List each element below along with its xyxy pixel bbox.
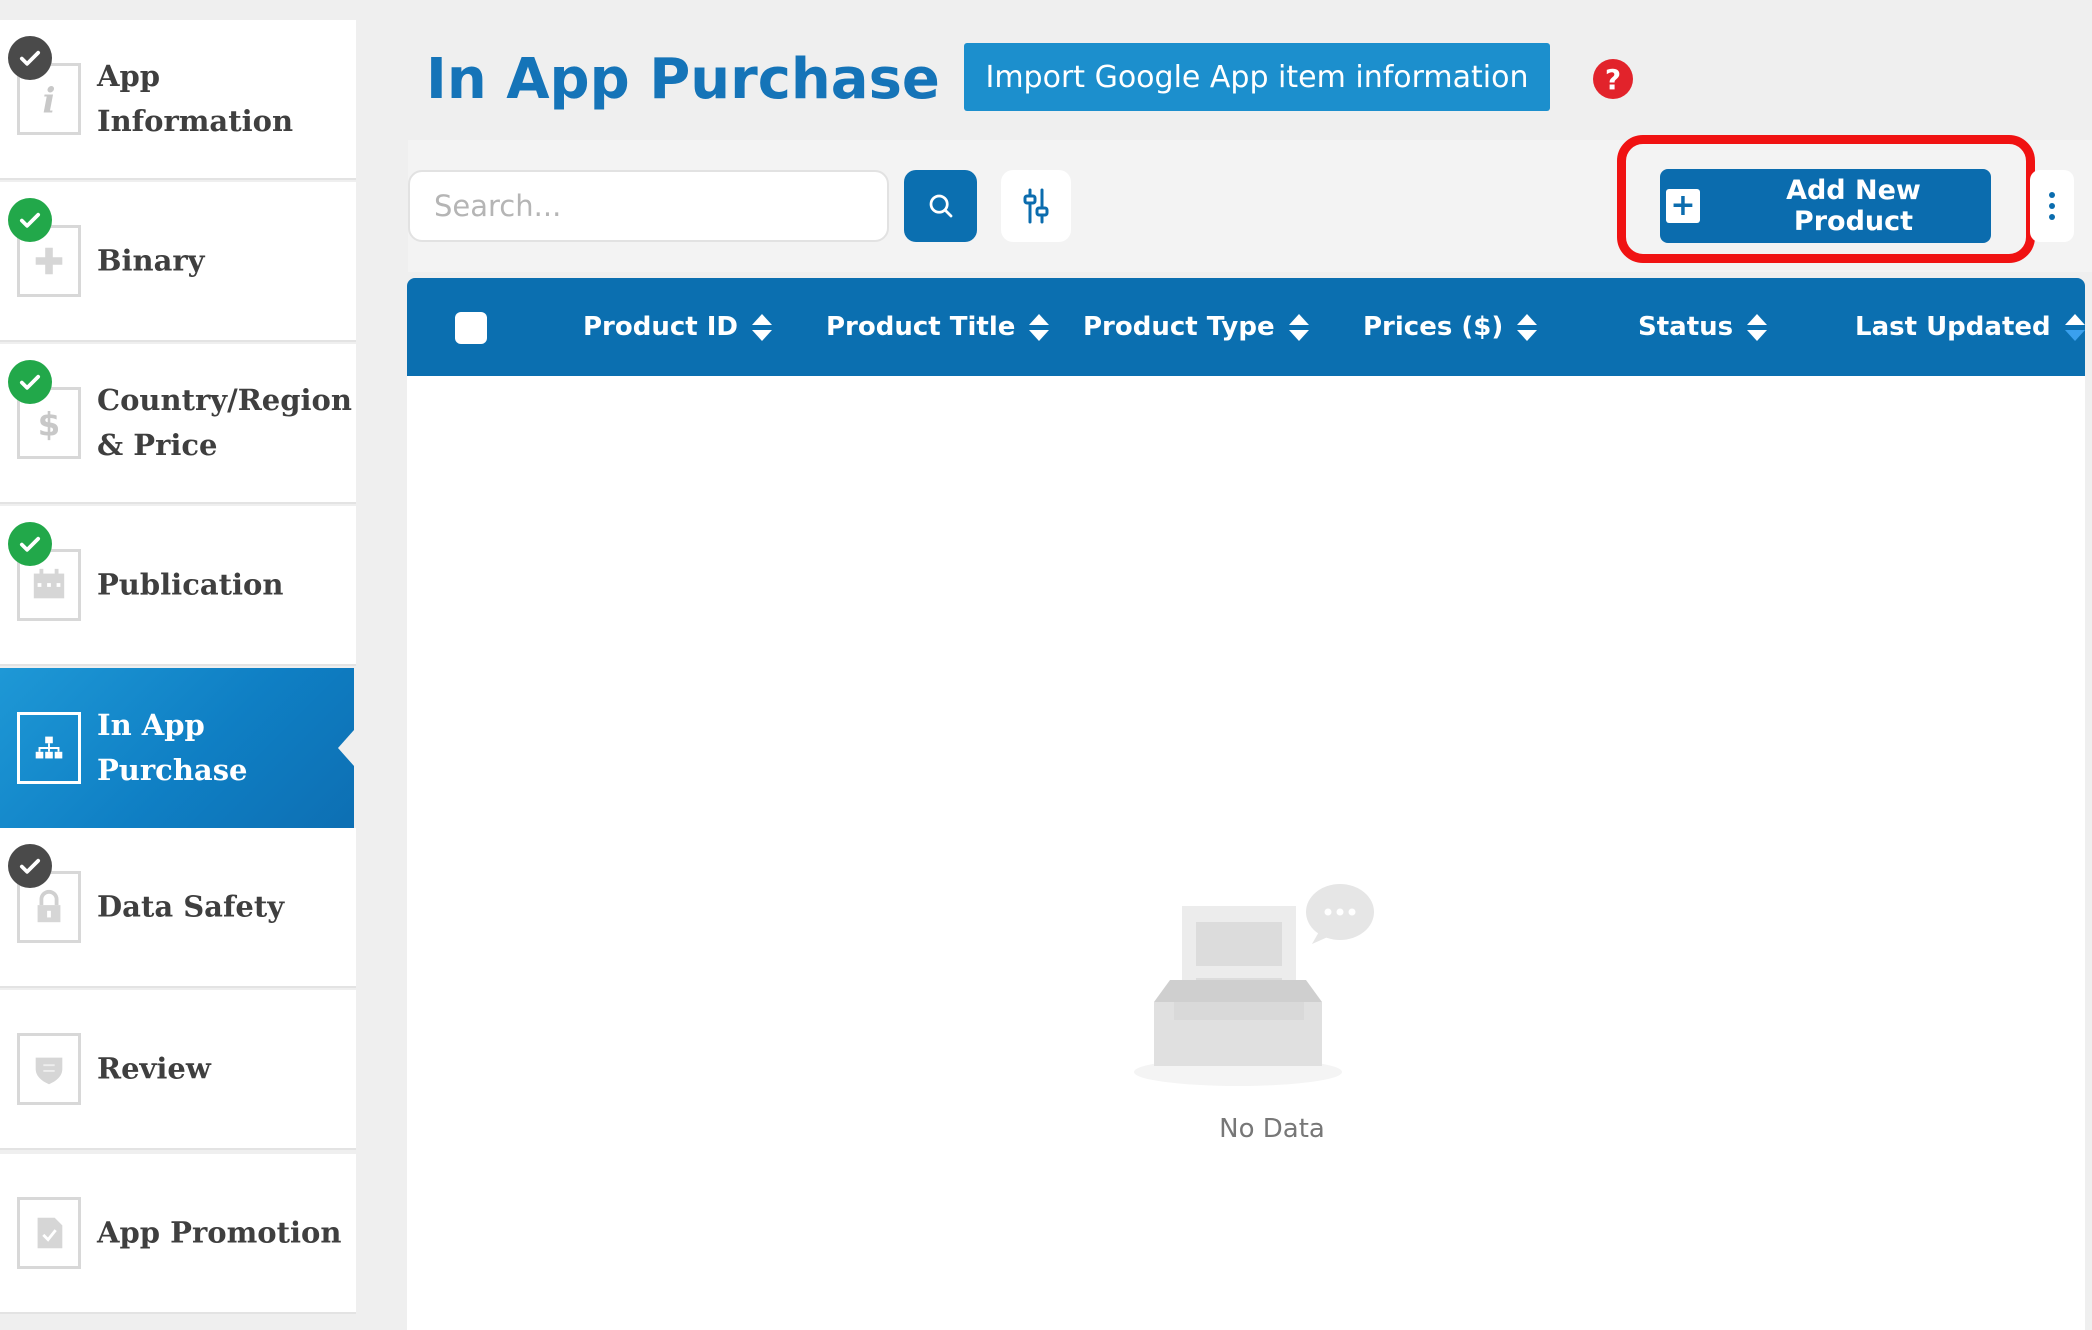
svg-text:i: i [43,81,56,119]
sidebar-item-binary[interactable]: Binary [0,182,356,342]
sidebar-item-label: Publication [97,567,284,602]
sidebar-item-publication[interactable]: Publication [0,506,356,666]
sort-icon [1029,313,1050,341]
sidebar-item-label: Review [97,1051,211,1086]
add-new-product-button[interactable]: + Add New Product [1660,169,1991,243]
hierarchy-icon [17,712,81,784]
search-icon [929,194,952,218]
column-header-last-updated[interactable]: Last Updated [1855,278,2085,376]
sidebar-item-app-information[interactable]: i App Information [0,20,356,180]
sort-icon [752,313,773,341]
svg-text:$: $ [38,405,60,443]
sidebar-item-label: App Information [97,59,294,138]
table-body: No Data [407,376,2085,1330]
sort-icon [2064,313,2085,341]
sidebar-item-label: In App Purchase [97,708,248,787]
search-button[interactable] [904,170,977,242]
column-header-status[interactable]: Status [1638,278,1768,376]
import-google-app-item-button[interactable]: Import Google App item information [964,43,1550,111]
add-new-product-label: Add New Product [1786,175,1921,237]
sort-icon [1517,313,1538,341]
sidebar-item-label: Country/Region & Price [97,383,352,462]
empty-state-text: No Data [1219,1114,1325,1144]
sort-icon [1747,313,1768,341]
sort-icon [1288,313,1309,341]
filter-button[interactable] [1001,170,1071,242]
complete-check-icon [8,360,52,404]
page-title: In App Purchase [426,47,940,112]
complete-check-icon [8,844,52,888]
document-check-icon [17,1197,81,1269]
column-header-product-id[interactable]: Product ID [583,278,773,376]
sidebar-item-label: App Promotion [97,1215,342,1250]
help-icon[interactable]: ? [1593,59,1633,99]
select-all-checkbox[interactable] [455,312,487,344]
sidebar-item-review[interactable]: Review [0,990,356,1150]
filter-sliders-icon [1023,188,1049,224]
sidebar-item-country-region-price[interactable]: $ Country/Region & Price [0,344,356,504]
plus-icon: + [1666,189,1700,223]
shield-icon [17,1033,81,1105]
sidebar-item-in-app-purchase[interactable]: In App Purchase [0,668,354,828]
complete-check-icon [8,36,52,80]
column-header-prices[interactable]: Prices ($) [1363,278,1538,376]
empty-inbox-icon [1134,884,1374,1086]
sidebar-item-label: Binary [97,243,205,278]
table-header: Product ID Product Title Product Type Pr… [407,278,2085,376]
more-options-button[interactable] [2030,170,2074,242]
more-dot-icon [2049,203,2055,209]
complete-check-icon [8,198,52,242]
more-dot-icon [2049,214,2055,220]
complete-check-icon [8,522,52,566]
sidebar-item-data-safety[interactable]: Data Safety [0,828,356,988]
more-dot-icon [2049,192,2055,198]
sidebar-item-label: Data Safety [97,889,285,924]
column-header-product-title[interactable]: Product Title [826,278,1050,376]
column-header-product-type[interactable]: Product Type [1083,278,1309,376]
search-input[interactable] [408,170,889,242]
sidebar-item-app-promotion[interactable]: App Promotion [0,1154,356,1314]
